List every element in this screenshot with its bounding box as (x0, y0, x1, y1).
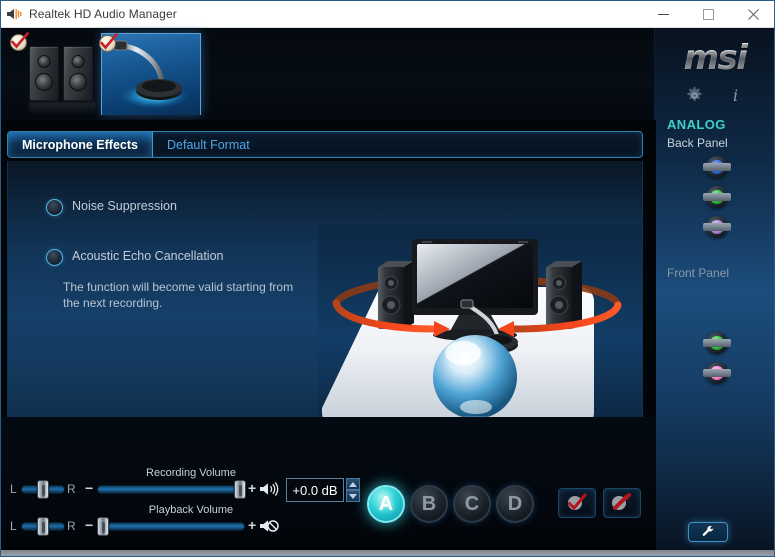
acoustic-echo-cancellation-label: Acoustic Echo Cancellation (72, 249, 224, 263)
wrench-icon (702, 525, 714, 536)
device-tab-microphone[interactable] (98, 32, 201, 115)
undo-arrow-icon (612, 493, 631, 510)
back-panel-label: Back Panel (667, 136, 728, 150)
front-panel-label: Front Panel (667, 266, 730, 280)
window-title: Realtek HD Audio Manager (29, 7, 177, 21)
playback-volume-minus[interactable]: − (85, 517, 93, 533)
speaker-reflection (29, 102, 95, 116)
recording-mute-toggle[interactable] (259, 481, 279, 502)
info-icon[interactable]: i (726, 86, 745, 110)
profile-button-a[interactable]: A (367, 485, 405, 523)
msi-logo: msi (655, 38, 774, 78)
line-in-jack[interactable] (703, 156, 731, 178)
set-default-button[interactable] (558, 488, 596, 518)
recording-volume-thumb[interactable] (234, 480, 246, 499)
gear-icon[interactable] (685, 86, 704, 110)
tab-bar: Microphone Effects Default Format (7, 131, 643, 158)
playback-balance-thumb[interactable] (37, 517, 49, 536)
right-panel-icon-row: i (655, 86, 774, 110)
maximize-button[interactable] (686, 1, 731, 28)
speaker-pair-icon (29, 46, 93, 101)
playback-mute-toggle[interactable] (259, 518, 279, 539)
microphone-active-check-icon (98, 32, 120, 54)
profile-button-b[interactable]: B (410, 485, 448, 523)
gain-value-field[interactable]: +0.0 dB (286, 478, 344, 502)
profile-button-c[interactable]: C (453, 485, 491, 523)
minimize-button[interactable] (641, 1, 686, 28)
speakers-active-check-icon (9, 31, 31, 53)
recording-volume-minus[interactable]: − (85, 480, 93, 496)
playback-volume-slider[interactable] (97, 522, 245, 531)
playback-volume-title: Playback Volume (148, 504, 234, 516)
recording-volume-plus[interactable]: + (248, 480, 256, 496)
recording-volume-slider[interactable] (97, 485, 245, 494)
gain-increase-button[interactable] (346, 478, 360, 490)
recording-balance-right-label: R (67, 482, 76, 496)
noise-suppression-label: Noise Suppression (72, 199, 177, 213)
tab-microphone-effects[interactable]: Microphone Effects (8, 132, 153, 157)
window-footer (1, 550, 774, 556)
recording-balance-thumb[interactable] (37, 480, 49, 499)
recording-volume-title: Recording Volume (146, 467, 236, 479)
device-tab-strip (1, 28, 656, 120)
front-headphone-jack[interactable] (703, 332, 731, 354)
playback-volume-plus[interactable]: + (248, 517, 256, 533)
svg-text:i: i (733, 86, 738, 105)
effects-help-text: The function will become valid starting … (63, 280, 294, 310)
wrench-button[interactable] (688, 522, 728, 542)
right-panel: msi i ANALOG Back Panel Front Panel (654, 28, 774, 556)
tab-default-format[interactable]: Default Format (153, 132, 264, 157)
reset-button[interactable] (603, 488, 641, 518)
line-out-jack[interactable] (703, 186, 731, 208)
front-mic-jack[interactable] (703, 362, 731, 384)
gain-decrease-button[interactable] (346, 490, 360, 502)
speaker-on-icon (260, 481, 279, 497)
playback-volume-thumb[interactable] (97, 517, 109, 536)
mic-in-jack[interactable] (703, 216, 731, 238)
recording-balance-left-label: L (10, 482, 17, 496)
noise-suppression-checkbox-icon[interactable] (46, 199, 63, 216)
realtek-audio-manager-window: Realtek HD Audio Manager msi i ANALOG Ba… (0, 0, 775, 557)
analog-section-label: ANALOG (667, 117, 726, 132)
app-icon (1, 1, 27, 28)
speaker-muted-icon (260, 520, 279, 532)
acoustic-echo-cancellation-checkbox-icon[interactable] (46, 249, 63, 266)
close-button[interactable] (731, 1, 774, 28)
playback-balance-right-label: R (67, 519, 76, 533)
title-bar: Realtek HD Audio Manager (1, 1, 774, 28)
check-circle-icon (568, 493, 587, 511)
profile-button-d[interactable]: D (496, 485, 534, 523)
playback-balance-left-label: L (10, 519, 17, 533)
window-controls (641, 1, 774, 28)
